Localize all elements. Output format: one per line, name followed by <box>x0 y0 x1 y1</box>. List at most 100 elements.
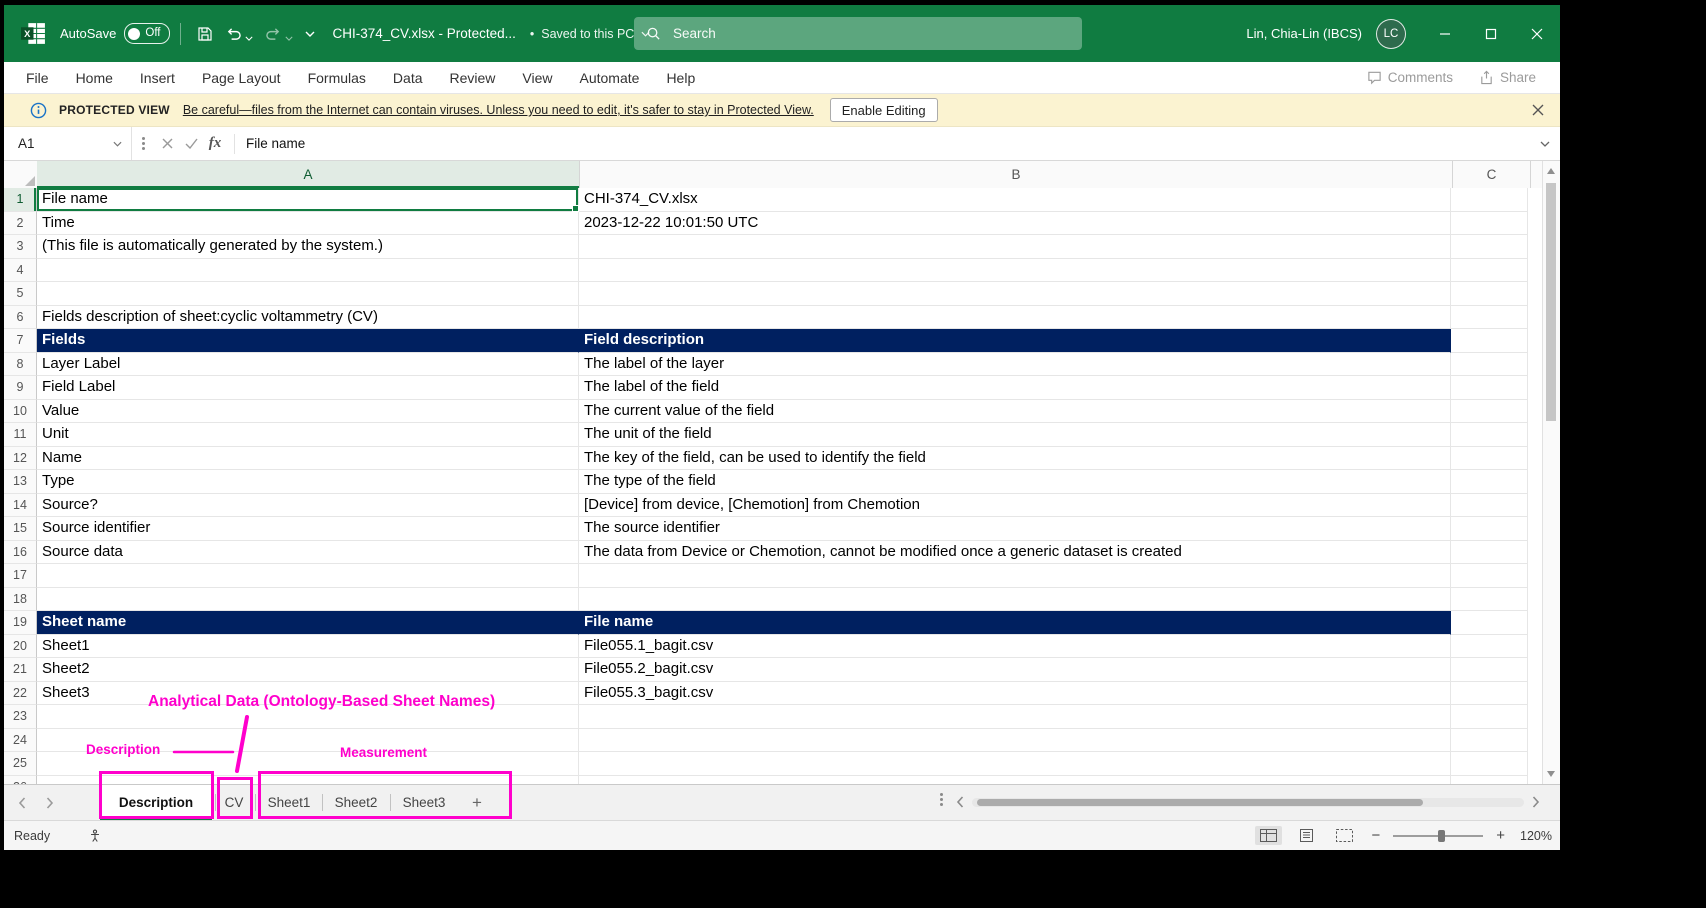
cell-A6[interactable]: Fields description of sheet:cyclic volta… <box>37 306 579 330</box>
cell-A4[interactable] <box>37 259 579 283</box>
menu-item-home[interactable]: Home <box>76 70 113 86</box>
cell-B3[interactable] <box>579 235 1451 259</box>
row-header-17[interactable]: 17 <box>4 564 37 588</box>
cancel-icon[interactable] <box>155 138 179 149</box>
cell-B23[interactable] <box>579 705 1451 729</box>
sheet-tab-sheet3[interactable]: Sheet3 <box>395 785 453 820</box>
row-header-26[interactable]: 26 <box>4 776 37 785</box>
cell-C6[interactable] <box>1451 306 1528 330</box>
undo-icon[interactable] <box>219 21 259 46</box>
cell-B24[interactable] <box>579 729 1451 753</box>
cell-A19[interactable]: Sheet name <box>37 611 579 635</box>
sheet-tab-sheet1[interactable]: Sheet1 <box>260 785 318 820</box>
name-box[interactable]: A1 <box>4 127 132 160</box>
cell-C1[interactable] <box>1451 188 1528 212</box>
row-header-10[interactable]: 10 <box>4 400 37 424</box>
protected-view-message[interactable]: Be careful—files from the Internet can c… <box>183 103 814 117</box>
cell-B15[interactable]: The source identifier <box>579 517 1451 541</box>
menu-item-formulas[interactable]: Formulas <box>308 70 366 86</box>
cell-C14[interactable] <box>1451 494 1528 518</box>
qat-chevron-icon[interactable] <box>299 26 321 42</box>
row-header-12[interactable]: 12 <box>4 447 37 471</box>
row-header-3[interactable]: 3 <box>4 235 37 259</box>
cell-C13[interactable] <box>1451 470 1528 494</box>
tab-scroll-right-icon[interactable] <box>46 797 54 809</box>
column-header-B[interactable]: B <box>580 161 1453 188</box>
row-header-6[interactable]: 6 <box>4 306 37 330</box>
cell-C22[interactable] <box>1451 682 1528 706</box>
column-header-A[interactable]: A <box>37 161 580 188</box>
cell-C16[interactable] <box>1451 541 1528 565</box>
vertical-scroll-thumb[interactable] <box>1546 183 1556 421</box>
cell-A2[interactable]: Time <box>37 212 579 236</box>
tab-options-icon[interactable] <box>940 798 943 801</box>
redo-icon[interactable] <box>259 21 299 46</box>
cell-A7[interactable]: Fields <box>37 329 579 353</box>
cell-B19[interactable]: File name <box>579 611 1451 635</box>
cell-C10[interactable] <box>1451 400 1528 424</box>
select-all-icon[interactable] <box>4 161 38 189</box>
column-header-C[interactable]: C <box>1453 161 1531 188</box>
view-normal-button[interactable] <box>1255 826 1282 845</box>
sheet-tab-description[interactable]: Description <box>100 785 212 820</box>
banner-close-icon[interactable] <box>1532 104 1544 116</box>
cell-A14[interactable]: Source? <box>37 494 579 518</box>
cell-C9[interactable] <box>1451 376 1528 400</box>
horizontal-scroll-thumb[interactable] <box>977 799 1423 806</box>
hscroll-left-icon[interactable] <box>956 796 964 808</box>
cell-A5[interactable] <box>37 282 579 306</box>
cell-A10[interactable]: Value <box>37 400 579 424</box>
enter-icon[interactable] <box>179 138 203 149</box>
formula-bar-expand-icon[interactable] <box>1540 141 1550 147</box>
zoom-level[interactable]: 120% <box>1518 829 1552 843</box>
function-icon[interactable]: fx <box>203 135 227 152</box>
row-header-14[interactable]: 14 <box>4 494 37 518</box>
cell-C26[interactable] <box>1451 776 1528 785</box>
cell-C12[interactable] <box>1451 447 1528 471</box>
cell-B7[interactable]: Field description <box>579 329 1451 353</box>
row-header-13[interactable]: 13 <box>4 470 37 494</box>
view-page-layout-button[interactable] <box>1293 826 1320 845</box>
search-input[interactable] <box>671 25 1070 42</box>
row-header-16[interactable]: 16 <box>4 541 37 565</box>
save-icon[interactable] <box>191 21 219 47</box>
cell-A26[interactable] <box>37 776 579 785</box>
cell-B18[interactable] <box>579 588 1451 612</box>
share-button[interactable]: Share <box>1479 70 1536 85</box>
cell-A20[interactable]: Sheet1 <box>37 635 579 659</box>
cell-A15[interactable]: Source identifier <box>37 517 579 541</box>
zoom-slider[interactable] <box>1393 835 1483 837</box>
cell-C7[interactable] <box>1451 329 1528 353</box>
cell-C23[interactable] <box>1451 705 1528 729</box>
cell-B8[interactable]: The label of the layer <box>579 353 1451 377</box>
cell-A11[interactable]: Unit <box>37 423 579 447</box>
cell-A12[interactable]: Name <box>37 447 579 471</box>
comments-button[interactable]: Comments <box>1367 70 1453 85</box>
cell-C11[interactable] <box>1451 423 1528 447</box>
row-header-9[interactable]: 9 <box>4 376 37 400</box>
cell-B11[interactable]: The unit of the field <box>579 423 1451 447</box>
maximize-icon[interactable] <box>1468 5 1514 62</box>
cell-B14[interactable]: [Device] from device, [Chemotion] from C… <box>579 494 1451 518</box>
cell-A17[interactable] <box>37 564 579 588</box>
cell-C8[interactable] <box>1451 353 1528 377</box>
excel-logo-icon[interactable]: X <box>20 20 47 47</box>
zoom-in-button[interactable]: + <box>1494 828 1507 843</box>
menu-item-help[interactable]: Help <box>666 70 695 86</box>
menu-item-automate[interactable]: Automate <box>580 70 640 86</box>
cell-A23[interactable] <box>37 705 579 729</box>
saved-status[interactable]: • Saved to this PC <box>530 27 651 41</box>
cell-C21[interactable] <box>1451 658 1528 682</box>
cell-A25[interactable] <box>37 752 579 776</box>
row-header-7[interactable]: 7 <box>4 329 37 353</box>
cell-B4[interactable] <box>579 259 1451 283</box>
cell-B20[interactable]: File055.1_bagit.csv <box>579 635 1451 659</box>
row-header-22[interactable]: 22 <box>4 682 37 706</box>
cell-C3[interactable] <box>1451 235 1528 259</box>
row-header-8[interactable]: 8 <box>4 353 37 377</box>
cell-B6[interactable] <box>579 306 1451 330</box>
user-name[interactable]: Lin, Chia-Lin (IBCS) <box>1246 26 1362 41</box>
cell-C15[interactable] <box>1451 517 1528 541</box>
cell-B13[interactable]: The type of the field <box>579 470 1451 494</box>
vertical-scrollbar[interactable] <box>1542 161 1560 784</box>
